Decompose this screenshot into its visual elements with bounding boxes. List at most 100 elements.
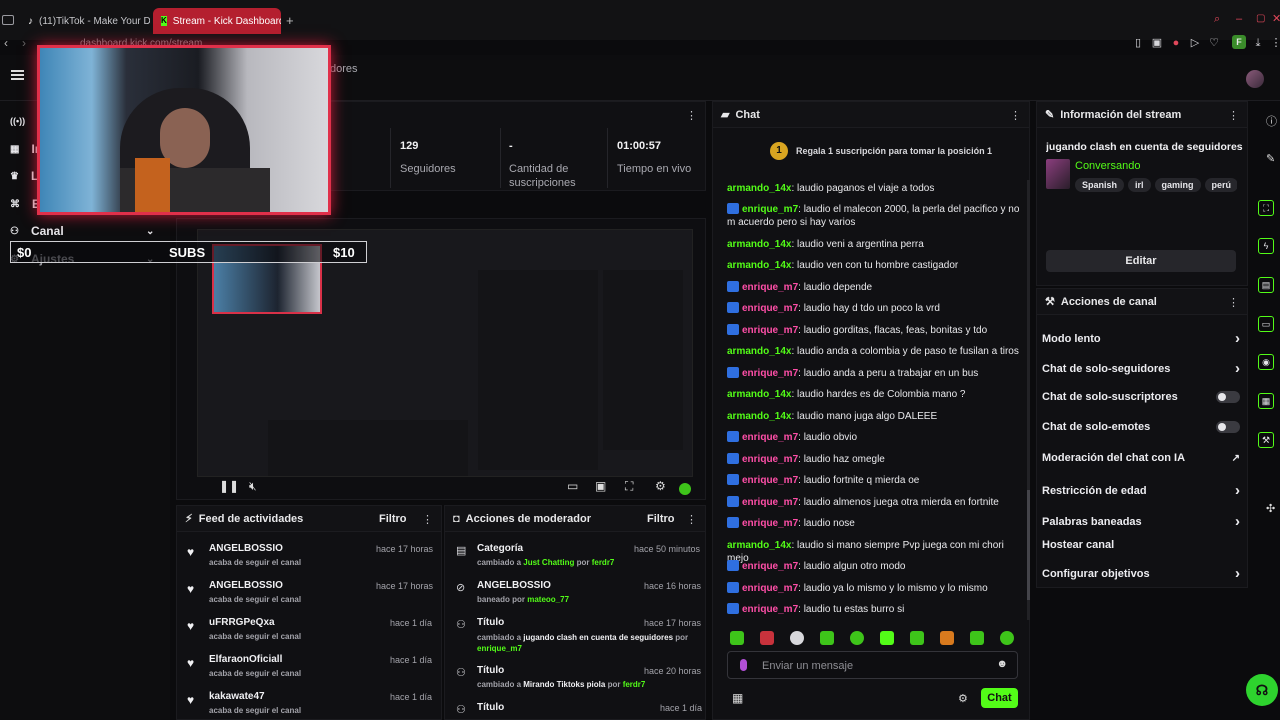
chat-username[interactable]: enrique_m7 [742,368,798,379]
tag[interactable]: perú [1204,178,1237,192]
feed-item-name[interactable]: kakawate47 [209,691,265,702]
edit-stream-button[interactable]: Editar [1046,250,1236,272]
chat-message[interactable]: enrique_m7: laudio el malecon 2000, la p… [727,203,1023,229]
emote-2[interactable] [760,631,774,645]
emote-3[interactable] [790,631,804,645]
chat-username[interactable]: enrique_m7 [742,561,798,572]
heart-icon[interactable]: ♡ [1208,37,1220,49]
channel-action-row[interactable]: Hostear canal [1042,539,1240,551]
forward-icon[interactable]: › [22,36,26,50]
download-icon[interactable]: ⤓ [1252,37,1264,49]
channel-action-row[interactable]: Chat de solo-seguidores › [1042,360,1240,377]
chat-username[interactable]: armando_14x [727,411,791,422]
chat-message[interactable]: enrique_m7: laudio algun otro modo [727,560,1023,573]
gift-icon[interactable]: ▦ [732,691,743,705]
emote-7[interactable] [910,631,924,645]
record-icon[interactable]: ● [1170,37,1182,49]
more-options-icon[interactable]: ⋮ [1228,296,1239,309]
chat-username[interactable]: armando_14x [727,183,791,194]
channel-action-row[interactable]: Palabras baneadas › [1042,513,1240,530]
toggle-switch[interactable] [1216,421,1240,433]
extension-icon[interactable]: ▣ [1151,37,1163,49]
edit-icon[interactable]: ✎ [1266,152,1275,165]
send-chat-button[interactable]: Chat [981,688,1018,708]
chat-message[interactable]: enrique_m7: laudio obvio [727,431,1023,444]
category-name[interactable]: Conversando [1075,160,1140,172]
chat-message[interactable]: enrique_m7: laudio nose [727,517,1023,530]
chat-username[interactable]: enrique_m7 [742,325,798,336]
feed-item-name[interactable]: ElfaraonOficiall [209,654,282,665]
pause-icon[interactable]: ❚❚ [219,479,239,493]
emote-9[interactable] [970,631,984,645]
emote-8[interactable] [940,631,954,645]
window-icon[interactable] [2,15,14,25]
chat-username[interactable]: enrique_m7 [742,454,798,465]
feed-item-name[interactable]: ANGELBOSSIO [209,543,283,554]
chat-message[interactable]: enrique_m7: laudio hay d tdo un poco la … [727,302,1023,315]
feed-item-name[interactable]: uFRRGPeQxa [209,617,275,628]
chat-message[interactable]: enrique_m7: laudio haz omegle [727,453,1023,466]
back-icon[interactable]: ‹ [4,36,8,50]
more-options-icon[interactable]: ⋮ [422,513,433,526]
new-tab-icon[interactable]: + [286,13,294,28]
chat-username[interactable]: enrique_m7 [742,497,798,508]
channel-action-row[interactable]: Chat de solo-suscriptores [1042,391,1240,403]
chat-message[interactable]: enrique_m7: laudio ya lo mismo y lo mism… [727,582,1023,595]
rail-bolt-icon[interactable]: ϟ [1258,238,1274,254]
pinned-gift-banner[interactable]: 1 Regala 1 suscripción para tomar la pos… [770,140,1010,162]
chat-message[interactable]: enrique_m7: laudio almenos juega otra mi… [727,496,1023,509]
emote-4[interactable] [820,631,834,645]
chat-username[interactable]: armando_14x [727,346,791,357]
rail-doc-icon[interactable]: ▤ [1258,277,1274,293]
chat-username[interactable]: armando_14x [727,540,791,551]
sidebar-item-leaderboard[interactable]: ♛ L [10,169,38,183]
tab-tiktok[interactable]: ♪ (11)TikTok - Make Your Da [20,8,150,34]
emote-6[interactable] [880,631,894,645]
settings-icon[interactable]: ⚙ [655,479,666,493]
play-icon[interactable]: ▷ [1189,37,1201,49]
chat-username[interactable]: armando_14x [727,389,791,400]
rail-apps-icon[interactable]: ✣ [1266,502,1275,515]
chat-settings-icon[interactable]: ⚙ [958,692,968,705]
chat-username[interactable]: enrique_m7 [742,303,798,314]
more-options-icon[interactable]: ⋮ [686,109,697,122]
tag[interactable]: gaming [1154,178,1201,192]
emote-10[interactable] [1000,631,1014,645]
chat-username[interactable]: enrique_m7 [742,432,798,443]
channel-action-row[interactable]: Restricción de edad › [1042,482,1240,499]
more-options-icon[interactable]: ⋮ [1010,109,1021,122]
search-icon[interactable]: ⌕ [1214,13,1220,26]
chat-username[interactable]: enrique_m7 [742,604,798,615]
chat-username[interactable]: enrique_m7 [742,583,798,594]
chat-message[interactable]: armando_14x: laudio mano juga algo DALEE… [727,410,1023,423]
chat-username[interactable]: armando_14x [727,260,791,271]
chat-username[interactable]: enrique_m7 [742,282,798,293]
info-icon[interactable]: ⓘ [1266,113,1277,129]
sidebar-item-extensions[interactable]: ⌘ E [10,197,40,211]
channel-action-row[interactable]: Configurar objetivos › [1042,565,1240,582]
toggle-switch[interactable] [1216,391,1240,403]
fullscreen-icon[interactable]: ⛶ [625,479,633,494]
chat-username[interactable]: armando_14x [727,239,791,250]
menu-icon[interactable]: ⋮ [1270,37,1280,49]
rail-chat-icon[interactable]: ▭ [1258,316,1274,332]
channel-action-row[interactable]: Moderación del chat con IA ↗ [1042,452,1240,464]
pip-icon[interactable]: ▭ [567,479,578,493]
maximize-icon[interactable]: ▢ [1256,13,1265,24]
close-icon[interactable]: ✕ [1272,12,1280,25]
chat-message[interactable]: armando_14x: laudio paganos el viaje a t… [727,182,1023,195]
emoji-icon[interactable]: ☻ [996,658,1008,670]
profile-avatar[interactable]: F [1232,35,1246,49]
rail-scan-icon[interactable]: ⛶ [1258,200,1274,216]
chat-message[interactable]: enrique_m7: laudio tu estas burro si [727,603,1023,616]
channel-action-row[interactable]: Modo lento › [1042,330,1240,347]
more-options-icon[interactable]: ⋮ [1228,109,1239,122]
activity-filter-button[interactable]: Filtro [379,513,407,525]
sidebar-item-canal[interactable]: ⚇ Canal ⌄ [10,224,160,238]
chat-message[interactable]: armando_14x: laudio hardes es de Colombi… [727,388,1023,401]
chat-input[interactable]: Enviar un mensaje ☻ [727,651,1018,679]
rail-wrench-icon[interactable]: ⚒ [1258,432,1274,448]
screenshot-icon[interactable]: ▣ [595,479,606,493]
feed-item-name[interactable]: ANGELBOSSIO [209,580,283,591]
emote-5[interactable] [850,631,864,645]
